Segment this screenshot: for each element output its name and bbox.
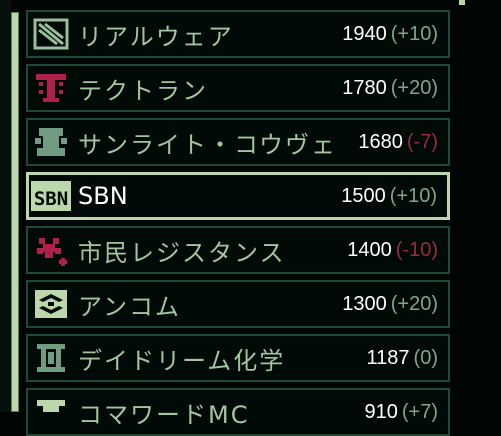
faction-score: 1187 — [366, 346, 410, 369]
faction-name: リアルウェア — [78, 22, 234, 51]
faction-delta: (+10) — [389, 184, 437, 207]
faction-row[interactable]: アンコム 1300 (+20) — [26, 280, 450, 328]
faction-score: 1940 — [342, 22, 387, 45]
faction-score: 1300 — [342, 292, 387, 315]
resistance-emblem-icon — [28, 227, 74, 273]
scrollbar[interactable] — [11, 12, 19, 412]
faction-delta: (+20) — [390, 76, 438, 99]
faction-name: アンコム — [78, 292, 182, 321]
techtran-emblem-icon — [28, 65, 74, 111]
faction-row[interactable]: 市民レジスタンス 1400 (-10) — [26, 226, 450, 274]
svg-text:SBN: SBN — [34, 188, 68, 210]
sbn-emblem-icon: SBN — [28, 173, 74, 219]
faction-score: 1500 — [341, 184, 386, 207]
faction-name: サンライト・コウヴェ — [78, 130, 338, 159]
frame-corner — [459, 0, 465, 5]
faction-row[interactable]: デイドリーム化学 1187 (0) — [26, 334, 450, 382]
faction-delta: (+20) — [390, 292, 438, 315]
faction-row[interactable]: テクトラン 1780 (+20) — [26, 64, 450, 112]
daydream-emblem-icon — [28, 335, 74, 381]
ancom-emblem-icon — [28, 281, 74, 327]
faction-row[interactable]: リアルウェア 1940 (+10) — [26, 10, 450, 58]
faction-delta: (-7) — [406, 130, 438, 153]
faction-score: 1780 — [342, 76, 387, 99]
faction-row[interactable]: コマワードMC 910 (+7) — [26, 388, 450, 436]
faction-name: デイドリーム化学 — [78, 346, 286, 375]
faction-score: 1400 — [347, 238, 392, 261]
left-frame — [0, 0, 11, 412]
faction-name: テクトラン — [78, 76, 208, 105]
faction-name: コマワードMC — [78, 400, 250, 429]
realware-emblem-icon — [28, 11, 74, 57]
faction-delta: (-10) — [395, 238, 438, 261]
faction-delta: (0) — [413, 346, 438, 369]
faction-row-selected[interactable]: SBN SBN 1500 (+10) — [26, 172, 450, 220]
sunlight-emblem-icon — [28, 119, 74, 165]
faction-name: 市民レジスタンス — [78, 238, 286, 267]
faction-score: 1680 — [358, 130, 403, 153]
commaward-emblem-icon — [28, 389, 74, 435]
faction-ranking-list: リアルウェア 1940 (+10) テクトラン 1780 (+20) サンライト… — [26, 10, 452, 436]
faction-name: SBN — [78, 182, 128, 210]
faction-row[interactable]: サンライト・コウヴェ 1680 (-7) — [26, 118, 450, 166]
faction-delta: (+10) — [390, 22, 438, 45]
